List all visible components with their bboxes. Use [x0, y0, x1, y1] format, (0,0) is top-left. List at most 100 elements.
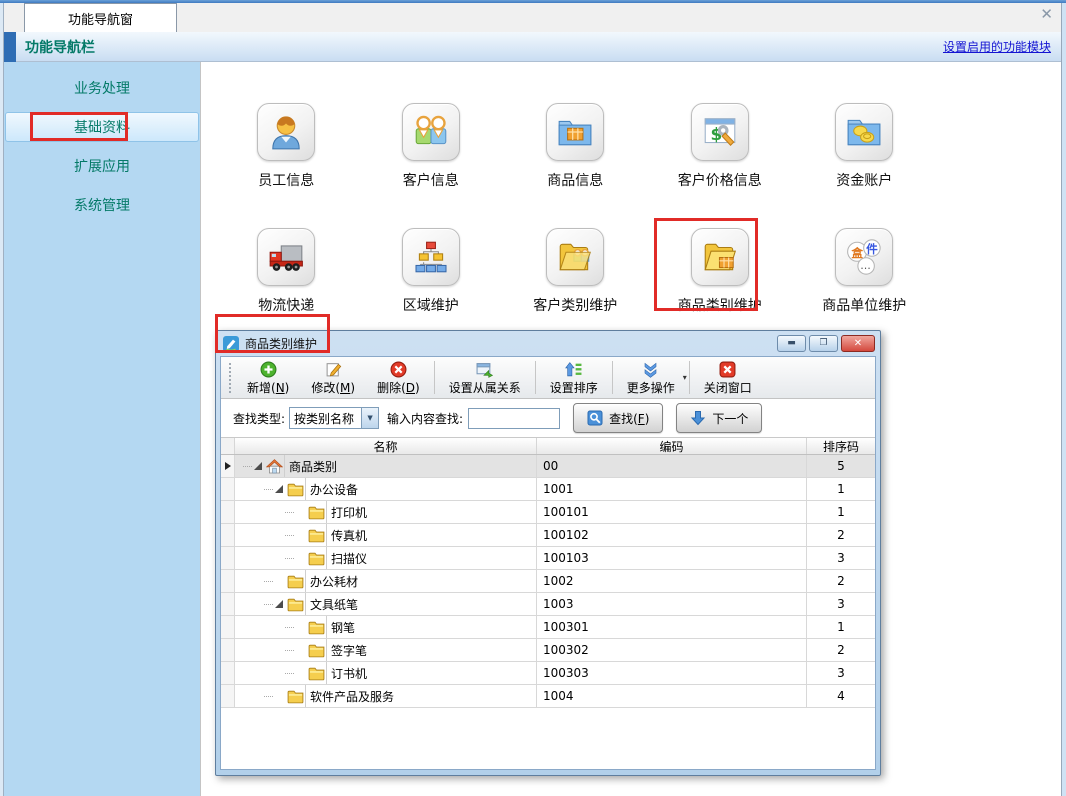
cell-code: 1001: [537, 478, 807, 500]
tab-function-navigation[interactable]: 功能导航窗: [24, 3, 177, 32]
app-product-info[interactable]: 商品信息: [503, 103, 648, 190]
table-row[interactable]: 软件产品及服务10044: [221, 685, 875, 708]
tree-line: [264, 696, 273, 697]
app-funds-account[interactable]: 资金账户: [792, 103, 937, 190]
app-label: 员工信息: [258, 170, 314, 190]
sidebar-item-basedata[interactable]: 基础资料: [5, 112, 199, 142]
next-button[interactable]: 下一个: [676, 403, 762, 433]
folder-icon: [287, 597, 304, 612]
category-name: 商品类别: [284, 455, 536, 477]
maximize-button[interactable]: ❐: [809, 335, 838, 352]
set-sort-button[interactable]: 设置排序: [539, 357, 609, 398]
column-header-name[interactable]: 名称: [235, 438, 537, 454]
tree-expander-icon[interactable]: [275, 600, 283, 608]
row-gutter: [221, 685, 235, 707]
app-logistics-express[interactable]: 物流快递: [214, 228, 359, 315]
table-row[interactable]: 办公设备10011: [221, 478, 875, 501]
cell-code: 100303: [537, 662, 807, 684]
add-button[interactable]: 新增(N): [236, 357, 300, 398]
close-window-icon: [719, 361, 736, 378]
tree-expander-icon[interactable]: [275, 485, 283, 493]
row-gutter: [221, 593, 235, 615]
row-gutter: [221, 616, 235, 638]
cell-sortcode: 4: [807, 685, 875, 707]
search-input[interactable]: [468, 408, 560, 429]
table-row[interactable]: 订书机1003033: [221, 662, 875, 685]
table-row[interactable]: 商品类别005: [221, 455, 875, 478]
minimize-button[interactable]: ▬: [777, 335, 806, 352]
svg-text:盒: 盒: [851, 246, 864, 260]
table-row[interactable]: 办公耗材10022: [221, 570, 875, 593]
configure-modules-link[interactable]: 设置启用的功能模块: [943, 38, 1051, 55]
customer-price-icon: $: [701, 113, 739, 151]
app-label: 商品信息: [547, 170, 603, 190]
toolbar-separator: [689, 361, 690, 394]
column-header-code[interactable]: 编码: [537, 438, 807, 454]
svg-text:件: 件: [866, 242, 878, 256]
tree-expander-icon[interactable]: [254, 462, 262, 470]
cell-code: 100302: [537, 639, 807, 661]
table-row[interactable]: 钢笔1003011: [221, 616, 875, 639]
cell-name: 办公设备: [235, 478, 537, 500]
cell-name: 文具纸笔: [235, 593, 537, 615]
svg-text:…: …: [861, 260, 872, 272]
delete-icon: [390, 361, 407, 378]
edit-icon: [325, 361, 342, 378]
cell-sortcode: 5: [807, 455, 875, 477]
app-tile: [257, 103, 315, 161]
logistics-express-icon: [267, 238, 305, 276]
row-gutter: [221, 570, 235, 592]
close-window-button[interactable]: 关闭窗口: [693, 357, 763, 398]
app-product-category[interactable]: 商品类别维护: [648, 228, 793, 315]
tree-line: [285, 558, 294, 559]
column-header-sortcode[interactable]: 排序码: [807, 438, 875, 454]
tree-line: [285, 512, 294, 513]
cell-name: 钢笔: [235, 616, 537, 638]
chevron-down-icon[interactable]: ▼: [361, 408, 378, 428]
edit-button[interactable]: 修改(M): [300, 357, 366, 398]
table-row[interactable]: 签字笔1003022: [221, 639, 875, 662]
cell-code: 100101: [537, 501, 807, 523]
product-info-icon: [556, 113, 594, 151]
sidebar-item-extension[interactable]: 扩展应用: [5, 151, 199, 181]
app-label: 客户价格信息: [678, 170, 762, 190]
dialog-titlebar[interactable]: 商品类别维护 ▬❐✕: [216, 331, 880, 356]
home-icon: [266, 459, 283, 474]
set-relation-button[interactable]: 设置从属关系: [438, 357, 532, 398]
close-button[interactable]: ✕: [841, 335, 875, 352]
category-tree-table: 名称 编码 排序码 商品类别005办公设备10011打印机1001011传真机1…: [221, 437, 875, 769]
row-gutter: [221, 639, 235, 661]
app-customer-category[interactable]: 客户类别维护: [503, 228, 648, 315]
delete-button[interactable]: 删除(D): [366, 357, 431, 398]
more-actions-button[interactable]: 更多操作▾: [616, 357, 686, 398]
close-icon[interactable]: ✕: [1040, 7, 1053, 22]
set-sort-label: 设置排序: [550, 379, 598, 396]
app-customer-price[interactable]: $ 客户价格信息: [648, 103, 793, 190]
dialog-app-icon: [223, 336, 239, 352]
cell-code: 1002: [537, 570, 807, 592]
app-customer-info[interactable]: 客户信息: [359, 103, 504, 190]
set-relation-label: 设置从属关系: [449, 379, 521, 396]
dropdown-caret-icon[interactable]: ▾: [683, 373, 687, 382]
app-product-unit[interactable]: 盒件…商品单位维护: [792, 228, 937, 315]
sidebar-item-business[interactable]: 业务处理: [5, 73, 199, 103]
table-row[interactable]: 文具纸笔10033: [221, 593, 875, 616]
dialog-title: 商品类别维护: [245, 335, 317, 352]
app-label: 区域维护: [403, 295, 459, 315]
product-category-icon: [701, 238, 739, 276]
cell-code: 00: [537, 455, 807, 477]
add-icon: [260, 361, 277, 378]
search-icon: [587, 410, 603, 426]
icon-grid-row-1: 员工信息 客户信息商品信息 $ 客户价格信息 资金账户: [214, 103, 937, 190]
app-employee-info[interactable]: 员工信息: [214, 103, 359, 190]
search-type-select[interactable]: 按类别名称 ▼: [289, 407, 379, 429]
app-region-maint[interactable]: 区域维护: [359, 228, 504, 315]
app-label: 资金账户: [836, 170, 892, 190]
table-row[interactable]: 打印机1001011: [221, 501, 875, 524]
find-button[interactable]: 查找(F): [573, 403, 663, 433]
table-row[interactable]: 传真机1001022: [221, 524, 875, 547]
cell-sortcode: 2: [807, 570, 875, 592]
tab-strip: 功能导航窗 ✕: [4, 3, 1061, 32]
table-row[interactable]: 扫描仪1001033: [221, 547, 875, 570]
sidebar-item-system[interactable]: 系统管理: [5, 190, 199, 220]
